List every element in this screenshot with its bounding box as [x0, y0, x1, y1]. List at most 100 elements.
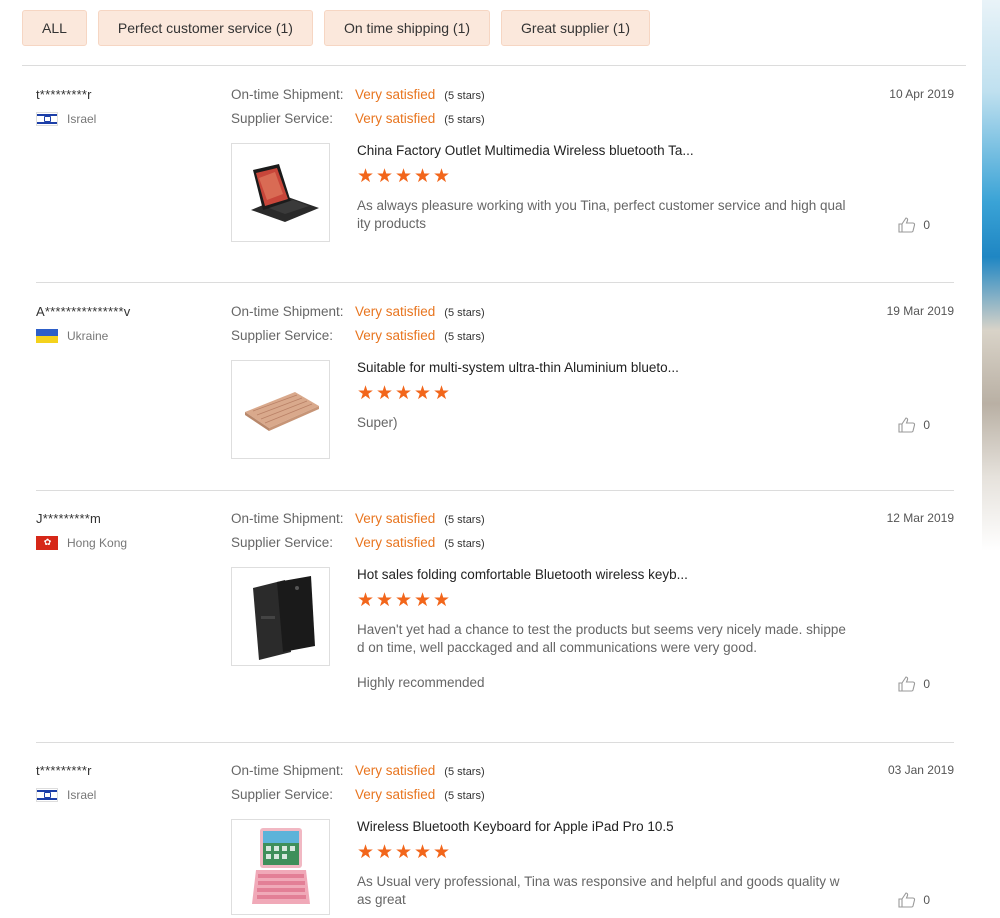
star-icon: ★ — [357, 842, 375, 863]
star-icon: ★ — [433, 383, 451, 404]
supplier-ratings: On-time Shipment: Very satisfied (5 star… — [231, 763, 485, 810]
shipment-value: Very satisfied — [355, 87, 436, 102]
service-rating: Supplier Service: Very satisfied (5 star… — [231, 535, 485, 559]
supplier-ratings: On-time Shipment: Very satisfied (5 star… — [231, 87, 485, 134]
product-thumbnail[interactable] — [231, 143, 330, 242]
ipad-keyboard-icon — [251, 828, 310, 904]
shipment-stars: (5 stars) — [444, 90, 485, 102]
star-rating: ★ ★ ★ ★ ★ — [357, 590, 451, 611]
star-icon: ★ — [395, 166, 413, 187]
filter-great-supplier-button[interactable]: Great supplier (1) — [501, 10, 650, 46]
review-filter-bar: ALL Perfect customer service (1) On time… — [22, 10, 650, 46]
star-icon: ★ — [433, 590, 451, 611]
product-thumbnail[interactable] — [231, 360, 330, 459]
product-title-link[interactable]: Hot sales folding comfortable Bluetooth … — [357, 567, 688, 582]
review-comment: Super) — [357, 415, 398, 430]
review-item: t*********r Israel On-time Shipment: Ver… — [36, 763, 954, 918]
divider — [22, 65, 966, 66]
service-rating: Supplier Service: Very satisfied (5 star… — [231, 787, 485, 811]
buyer-country: Ukraine — [36, 329, 216, 343]
shipment-label: On-time Shipment: — [231, 304, 344, 319]
shipment-value: Very satisfied — [355, 511, 436, 526]
review-date: 12 Mar 2019 — [886, 511, 954, 525]
buyer-country: Israel — [36, 112, 216, 126]
helpful-button[interactable]: 0 — [898, 892, 930, 908]
buyer-info: J*********m ✿ Hong Kong — [36, 511, 216, 550]
star-icon: ★ — [433, 842, 451, 863]
shipment-value: Very satisfied — [355, 763, 436, 778]
thumbs-up-icon — [898, 217, 916, 233]
star-icon: ★ — [376, 590, 394, 611]
service-stars: (5 stars) — [444, 537, 485, 550]
star-icon: ★ — [357, 166, 375, 187]
filter-on-time-shipping-button[interactable]: On time shipping (1) — [323, 10, 491, 46]
star-icon: ★ — [376, 842, 394, 863]
filter-all-button[interactable]: ALL — [22, 10, 87, 46]
country-name: Israel — [67, 112, 97, 126]
review-date: 10 Apr 2019 — [889, 87, 954, 101]
buyer-info: t*********r Israel — [36, 763, 216, 802]
service-value: Very satisfied — [355, 110, 436, 126]
shipment-rating: On-time Shipment: Very satisfied (5 star… — [231, 763, 485, 787]
side-product-image-edge — [982, 0, 1000, 918]
israel-flag-icon — [36, 788, 58, 802]
helpful-count: 0 — [923, 418, 930, 432]
buyer-name: A***************v — [36, 304, 131, 319]
buyer-info: t*********r Israel — [36, 87, 216, 126]
country-name: Ukraine — [67, 329, 109, 343]
star-icon: ★ — [395, 842, 413, 863]
thumbs-up-icon — [898, 892, 916, 908]
shipment-label: On-time Shipment: — [231, 511, 344, 526]
review-comment: As Usual very professional, Tina was res… — [357, 874, 840, 907]
shipment-label: On-time Shipment: — [231, 87, 344, 102]
review-date: 03 Jan 2019 — [887, 763, 954, 777]
star-icon: ★ — [414, 383, 432, 404]
ukraine-flag-icon — [36, 329, 58, 343]
buyer-info: A***************v Ukraine — [36, 304, 216, 343]
filter-customer-service-button[interactable]: Perfect customer service (1) — [97, 10, 313, 46]
service-stars: (5 stars) — [444, 330, 485, 343]
star-rating: ★ ★ ★ ★ ★ — [357, 842, 451, 863]
star-rating: ★ ★ ★ ★ ★ — [357, 383, 451, 404]
product-thumbnail[interactable] — [231, 819, 330, 915]
helpful-count: 0 — [923, 218, 930, 232]
helpful-count: 0 — [923, 677, 930, 691]
helpful-button[interactable]: 0 — [898, 217, 930, 233]
buyer-name: t*********r — [36, 763, 92, 778]
country-name: Israel — [67, 788, 97, 802]
star-icon: ★ — [357, 590, 375, 611]
service-label: Supplier Service: — [231, 327, 334, 343]
product-title-link[interactable]: Wireless Bluetooth Keyboard for Apple iP… — [357, 819, 674, 834]
product-thumbnail[interactable] — [231, 567, 330, 666]
buyer-name: J*********m — [36, 511, 102, 526]
review-comment: Haven't yet had a chance to test the pro… — [357, 622, 846, 655]
aluminium-keyboard-icon — [244, 391, 319, 431]
buyer-country: Israel — [36, 788, 216, 802]
buyer-name: t*********r — [36, 87, 92, 102]
review-item: t*********r Israel On-time Shipment: Ver… — [36, 87, 954, 257]
shipment-label: On-time Shipment: — [231, 763, 344, 778]
service-value: Very satisfied — [355, 786, 436, 802]
shipment-stars: (5 stars) — [444, 514, 485, 526]
service-stars: (5 stars) — [444, 113, 485, 126]
helpful-button[interactable]: 0 — [898, 417, 930, 433]
thumbs-up-icon — [898, 676, 916, 692]
review-item: J*********m ✿ Hong Kong On-time Shipment… — [36, 511, 954, 721]
thumbs-up-icon — [898, 417, 916, 433]
shipment-rating: On-time Shipment: Very satisfied (5 star… — [231, 304, 485, 328]
review-date: 19 Mar 2019 — [886, 304, 954, 318]
shipment-stars: (5 stars) — [444, 307, 485, 319]
star-icon: ★ — [376, 166, 394, 187]
helpful-button[interactable]: 0 — [898, 676, 930, 692]
star-icon: ★ — [395, 383, 413, 404]
star-rating: ★ ★ ★ ★ ★ — [357, 166, 451, 187]
shipment-rating: On-time Shipment: Very satisfied (5 star… — [231, 511, 485, 535]
review-comment-extra: Highly recommended — [357, 675, 485, 690]
star-icon: ★ — [414, 842, 432, 863]
product-title-link[interactable]: Suitable for multi-system ultra-thin Alu… — [357, 360, 679, 375]
israel-flag-icon — [36, 112, 58, 126]
product-title-link[interactable]: China Factory Outlet Multimedia Wireless… — [357, 143, 694, 158]
star-icon: ★ — [395, 590, 413, 611]
star-icon: ★ — [414, 590, 432, 611]
star-icon: ★ — [433, 166, 451, 187]
